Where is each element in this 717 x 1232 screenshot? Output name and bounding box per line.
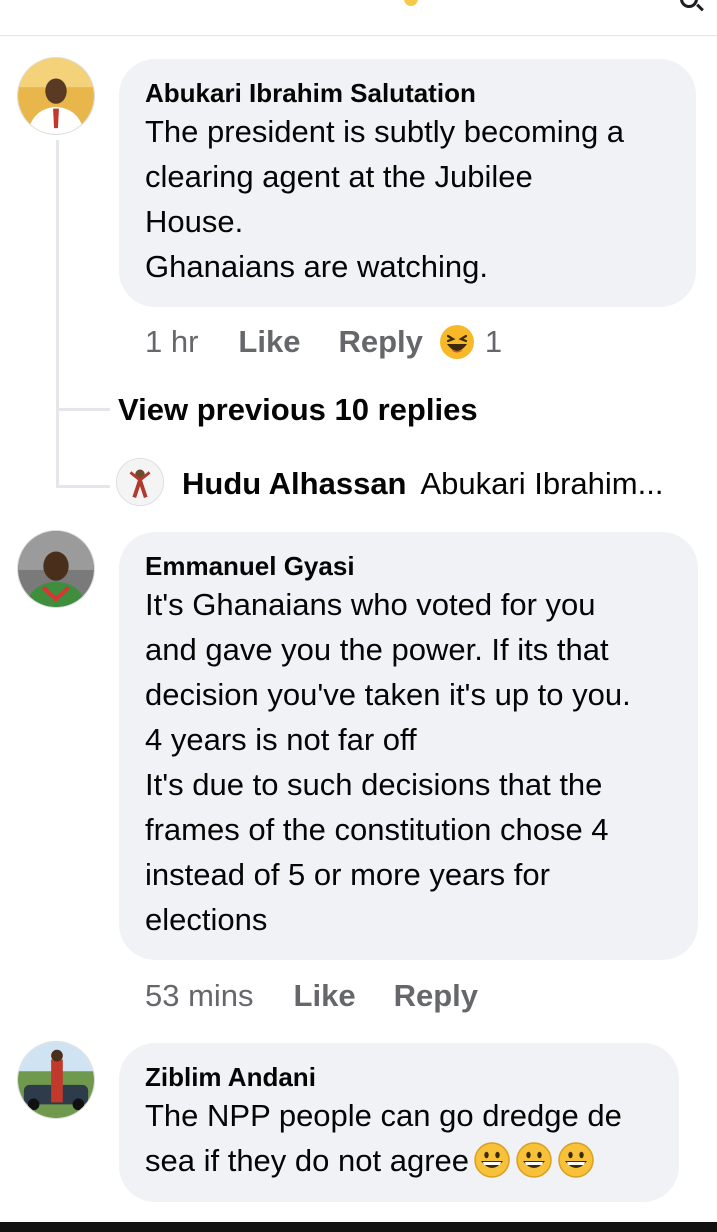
grinning-face-icon bbox=[558, 1142, 594, 1178]
avatar-photo bbox=[18, 531, 94, 607]
avatar[interactable] bbox=[17, 57, 95, 135]
reply-preview[interactable]: Hudu Alhassan Abukari Ibrahim... bbox=[182, 466, 663, 502]
grinning-face-icon bbox=[474, 1142, 510, 1178]
like-button[interactable]: Like bbox=[294, 978, 356, 1014]
comment-bubble: Abukari Ibrahim Salutation The president… bbox=[119, 59, 696, 307]
comment-text: The president is subtly becoming a clear… bbox=[145, 114, 625, 284]
comment-text: The NPP people can go dredge de sea if t… bbox=[145, 1093, 653, 1183]
reply-avatar[interactable] bbox=[116, 458, 164, 506]
reply-button[interactable]: Reply bbox=[394, 978, 478, 1014]
thread-branch bbox=[56, 485, 110, 488]
reply-snippet: Abukari Ibrahim... bbox=[420, 466, 664, 501]
comment-author[interactable]: Ziblim Andani bbox=[145, 1061, 653, 1093]
comment-actions: 1 hr Like Reply 1 bbox=[145, 324, 502, 360]
comment-time[interactable]: 1 hr bbox=[145, 324, 198, 360]
reaction-count[interactable]: 1 bbox=[485, 324, 502, 360]
comment-bubble: Ziblim Andani The NPP people can go dred… bbox=[119, 1043, 679, 1202]
comment-text: It's Ghanaians who voted for you and gav… bbox=[145, 587, 631, 937]
thread-line bbox=[56, 140, 59, 488]
avatar[interactable] bbox=[17, 530, 95, 608]
avatar-photo bbox=[18, 1042, 94, 1118]
grinning-face-icon bbox=[516, 1142, 552, 1178]
reply-button[interactable]: Reply bbox=[338, 324, 422, 360]
avatar-photo bbox=[18, 58, 94, 134]
lightbulb-icon[interactable] bbox=[404, 0, 418, 6]
comment-time[interactable]: 53 mins bbox=[145, 978, 254, 1014]
top-bar bbox=[0, 0, 717, 36]
view-previous-replies-link[interactable]: View previous 10 replies bbox=[118, 392, 478, 428]
thread-branch bbox=[56, 408, 110, 411]
like-button[interactable]: Like bbox=[238, 324, 300, 360]
comment-actions: 53 mins Like Reply bbox=[145, 978, 516, 1014]
laughing-emoji-icon[interactable] bbox=[439, 324, 475, 360]
avatar-photo bbox=[117, 459, 163, 505]
comment-author[interactable]: Abukari Ibrahim Salutation bbox=[145, 77, 670, 109]
reply-author[interactable]: Hudu Alhassan bbox=[182, 466, 407, 501]
bottom-edge bbox=[0, 1222, 717, 1232]
avatar[interactable] bbox=[17, 1041, 95, 1119]
search-icon[interactable] bbox=[680, 0, 698, 8]
comment-author[interactable]: Emmanuel Gyasi bbox=[145, 550, 672, 582]
comment-bubble: Emmanuel Gyasi It's Ghanaians who voted … bbox=[119, 532, 698, 960]
